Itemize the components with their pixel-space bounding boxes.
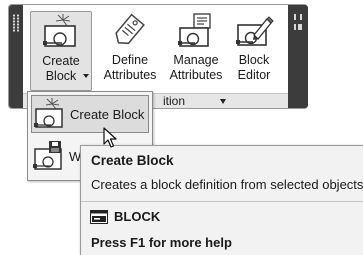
create-block-button[interactable]: Create Block [30,11,92,91]
block-editor-label-line1: Block [238,53,270,67]
create-block-label-line1: Create [42,54,80,68]
manage-attributes-label: Manage Attributes [170,53,223,83]
grip-dots-icon [12,14,20,32]
define-attributes-label: Define Attributes [104,53,157,83]
manage-attributes-icon [176,11,216,51]
chevron-down-icon[interactable] [83,74,89,78]
tooltip-divider [81,201,363,202]
panel-title: ition [163,94,186,108]
block-editor-label: Block Editor [238,53,271,83]
tooltip-command-name: BLOCK [114,209,161,224]
create-block-tooltip: Create Block Creates a block definition … [80,145,363,255]
block-editor-icon [234,11,274,51]
block-editor-button[interactable]: Block Editor [229,11,279,91]
command-line-icon [90,210,108,224]
manage-attributes-label-line2: Attributes [169,68,223,82]
define-attributes-icon [110,11,150,51]
create-block-icon [32,97,66,131]
write-block-icon [31,139,65,173]
create-block-label: Create Block [42,54,80,84]
define-attributes-label-line2: Attributes [103,68,157,82]
restore-panel-icon[interactable] [294,14,302,20]
menu-item-create-block[interactable]: Create Block [31,95,149,133]
panel-options-icon[interactable] [294,24,302,30]
tooltip-description: Creates a block definition from selected… [91,177,363,192]
manage-attributes-button[interactable]: Manage Attributes [166,11,226,91]
panel-grip-handle[interactable] [9,5,23,108]
define-attributes-label-line1: Define [111,53,149,67]
tooltip-title: Create Block [91,153,174,168]
create-block-icon [41,12,81,52]
tooltip-help-hint: Press F1 for more help [91,235,232,250]
panel-expand-chevron-icon[interactable] [220,99,226,104]
manage-attributes-label-line1: Manage [173,53,219,67]
panel-side-bar [288,5,308,108]
mouse-pointer-icon [103,127,117,149]
define-attributes-button[interactable]: Define Attributes [100,11,160,91]
menu-item-create-block-label: Create Block [70,106,145,122]
block-editor-label-line2: Editor [237,68,271,82]
create-block-label-line2: Block [45,69,77,83]
